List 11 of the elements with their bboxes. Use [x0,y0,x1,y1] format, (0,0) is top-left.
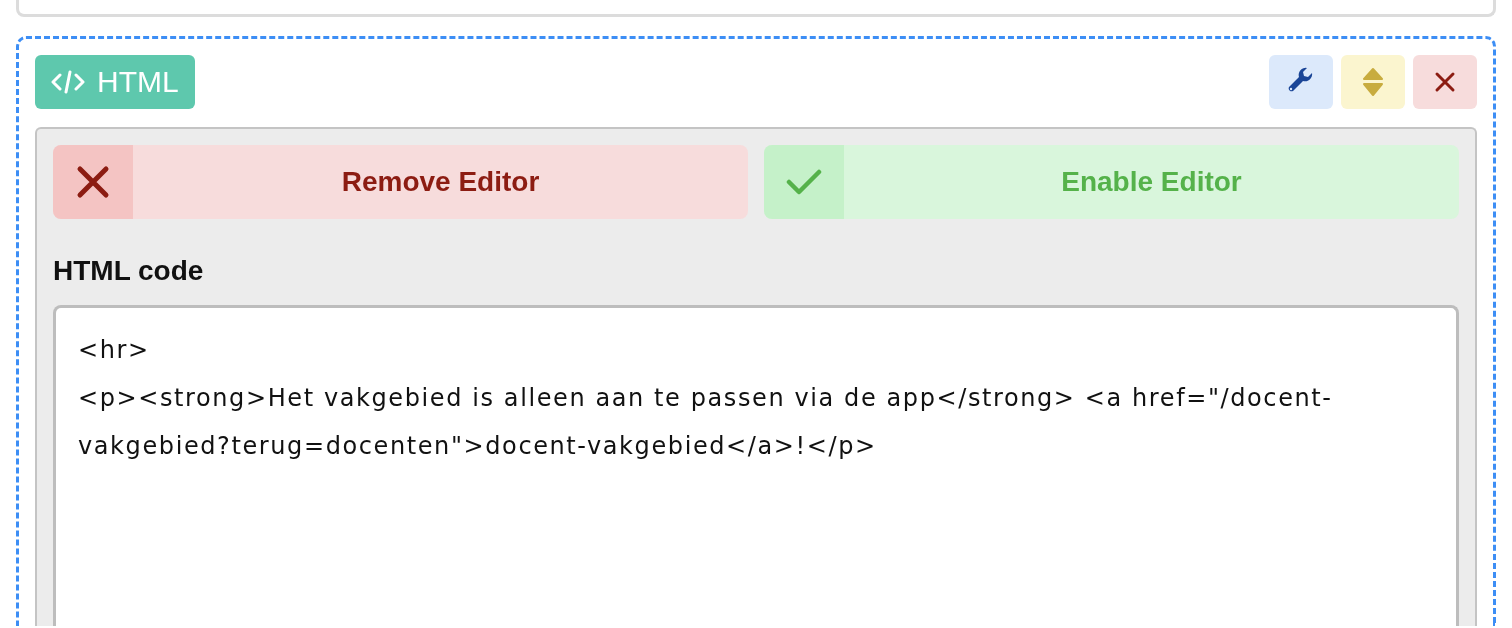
remove-editor-button[interactable]: Remove Editor [53,145,748,219]
up-down-icon [1362,67,1384,97]
check-icon [786,169,822,195]
code-field[interactable]: <hr> <p><strong>Het vakgebied is alleen aan te passen via de app</strong> <a href="/docent-vakgebied?terug=docenten">docent-vakgebied</a>!</p> [53,305,1459,626]
settings-button[interactable] [1269,55,1333,109]
code-icon [51,69,85,95]
badge-label: HTML [97,65,179,99]
field-label: HTML code [53,255,205,287]
delete-button[interactable] [1413,55,1477,109]
close-icon [76,165,110,199]
close-icon [1434,71,1456,93]
